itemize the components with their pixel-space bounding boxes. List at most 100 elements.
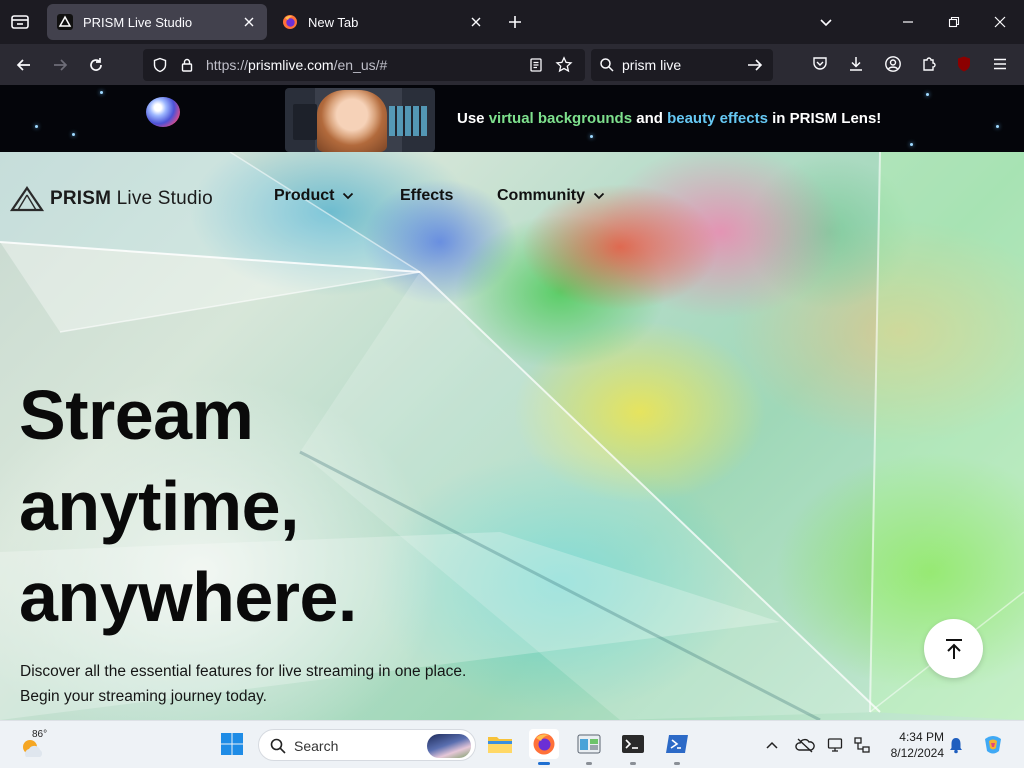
promo-highlight-beauty-effects: beauty effects [667, 110, 768, 127]
sparkle-decoration [926, 93, 929, 96]
system-clock[interactable]: 4:34 PM 8/12/2024 [874, 729, 944, 761]
hero-description: Discover all the essential features for … [20, 659, 466, 709]
close-tab-icon[interactable] [468, 14, 484, 30]
promo-text: in PRISM Lens! [767, 110, 882, 127]
prism-favicon-icon [57, 14, 73, 30]
scroll-to-top-button[interactable] [924, 619, 983, 678]
firefox-taskbar-button[interactable] [529, 729, 559, 765]
minimize-button[interactable] [888, 6, 928, 38]
chevron-down-icon [820, 19, 832, 27]
nav-product[interactable]: Product [274, 187, 354, 205]
promo-banner[interactable]: Use virtual backgrounds and beauty effec… [0, 85, 1024, 152]
scroll-to-top-icon [945, 638, 962, 659]
search-bar[interactable]: prism live [591, 49, 773, 81]
powershell-taskbar-button[interactable] [662, 729, 692, 765]
lock-icon[interactable] [178, 56, 196, 74]
hero-headline: Stream anytime, anywhere. [19, 370, 539, 643]
restore-icon [948, 16, 960, 28]
forward-button[interactable] [47, 52, 73, 78]
close-icon [994, 16, 1006, 28]
new-tab-button[interactable] [503, 10, 527, 34]
prism-logo-icon [10, 186, 44, 212]
powershell-icon [666, 735, 688, 753]
account-icon[interactable] [882, 53, 904, 75]
close-window-button[interactable] [980, 6, 1020, 38]
go-arrow-icon[interactable] [746, 56, 764, 74]
close-tab-icon[interactable] [241, 14, 257, 30]
headline-line: anytime, [19, 467, 300, 545]
plus-icon [509, 16, 521, 28]
pocket-icon[interactable] [809, 53, 831, 75]
sparkle-decoration [910, 143, 913, 146]
logo-wordmark: PRISM Live Studio [50, 188, 213, 210]
reader-view-icon[interactable] [527, 56, 545, 74]
url-path: /en_us/# [333, 57, 388, 73]
network-icon[interactable] [852, 735, 872, 755]
nav-effects-label: Effects [400, 187, 454, 204]
search-input[interactable]: prism live [622, 57, 681, 73]
promo-message: Use virtual backgrounds and beauty effec… [457, 110, 881, 127]
url-text[interactable]: https://prismlive.com/en_us/# [206, 57, 387, 73]
onedrive-icon[interactable] [795, 735, 815, 755]
logo-bold-text: PRISM [50, 188, 112, 209]
description-line: Discover all the essential features for … [20, 663, 467, 680]
headline-line: Stream [19, 376, 254, 454]
prism-lens-orb-graphic [146, 97, 180, 127]
app-window-taskbar-button[interactable] [574, 729, 604, 765]
windows-taskbar: 86° Search 4:34 PM 8/12/2024 [0, 720, 1024, 768]
list-all-tabs-button[interactable] [814, 10, 838, 34]
forward-arrow-icon [54, 59, 68, 71]
minimize-icon [903, 21, 913, 23]
promo-text: Use [457, 110, 489, 127]
copilot-icon[interactable] [980, 732, 1006, 758]
ublock-origin-icon[interactable] [953, 53, 975, 75]
clock-date: 8/12/2024 [890, 746, 944, 760]
nav-effects[interactable]: Effects [400, 187, 453, 205]
hero-section: PRISM Live Studio Product Effects Commun… [0, 152, 1024, 720]
terminal-icon [622, 735, 644, 753]
hamburger-menu-icon[interactable] [989, 53, 1011, 75]
chevron-down-icon [342, 192, 354, 200]
prism-live-studio-logo[interactable]: PRISM Live Studio [10, 186, 213, 212]
firefox-favicon-icon [282, 14, 298, 30]
file-explorer-button[interactable] [485, 729, 515, 759]
sparkle-decoration [590, 135, 593, 138]
sparkle-decoration [72, 133, 75, 136]
sparkle-decoration [100, 91, 103, 94]
tab-strip: PRISM Live Studio New Tab [0, 0, 1024, 44]
reload-icon [90, 58, 102, 71]
download-icon[interactable] [845, 53, 867, 75]
weather-widget[interactable]: 86° [20, 729, 50, 759]
reload-button[interactable] [83, 52, 109, 78]
chevron-up-icon[interactable] [762, 735, 782, 755]
app-window-icon [577, 734, 601, 754]
taskbar-search-placeholder: Search [294, 738, 339, 754]
preview-thumbnails [389, 106, 427, 136]
taskbar-search-box[interactable]: Search [258, 729, 476, 761]
back-arrow-icon [16, 59, 30, 71]
folder-icon [488, 737, 512, 753]
preview-face [317, 90, 387, 152]
tracking-shield-icon[interactable] [151, 56, 169, 74]
search-icon [270, 738, 286, 754]
notification-bell-icon[interactable] [946, 735, 966, 755]
sparkle-decoration [996, 125, 999, 128]
tab-list-icon [11, 15, 29, 29]
tab-list-button[interactable] [8, 10, 32, 34]
star-icon[interactable] [555, 56, 573, 74]
extensions-icon[interactable] [918, 53, 940, 75]
nav-community[interactable]: Community [497, 187, 605, 205]
url-domain: prismlive.com [248, 57, 334, 73]
start-button[interactable] [217, 729, 247, 759]
windows-logo-icon [221, 733, 243, 755]
terminal-taskbar-button[interactable] [618, 729, 648, 765]
address-bar[interactable]: https://prismlive.com/en_us/# [143, 49, 585, 81]
promo-text: and [632, 110, 668, 127]
tab-prism-live-studio[interactable]: PRISM Live Studio [47, 4, 267, 40]
tab-new-tab[interactable]: New Tab [272, 4, 494, 40]
nav-product-label: Product [274, 187, 335, 204]
back-button[interactable] [11, 52, 37, 78]
tab-title: New Tab [308, 14, 359, 30]
display-icon[interactable] [826, 735, 846, 755]
restore-button[interactable] [934, 6, 974, 38]
